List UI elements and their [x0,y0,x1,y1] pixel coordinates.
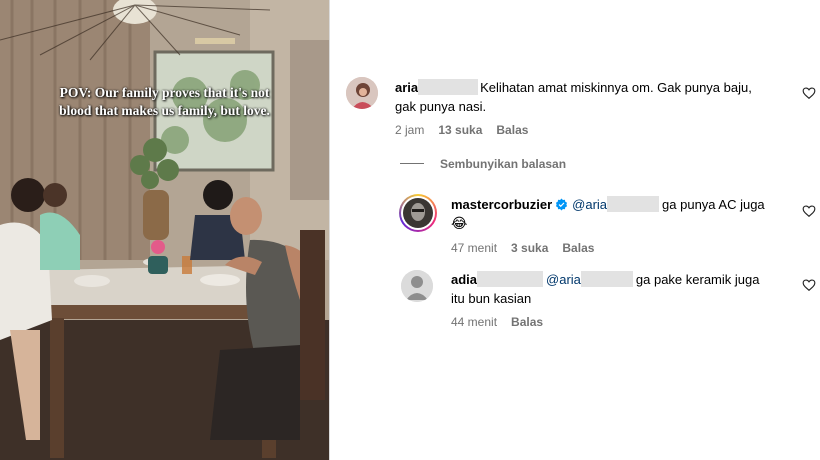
comment-text: ga punya AC juga [662,197,765,212]
photo-caption: POV: Our family proves that it's not blo… [0,84,329,120]
comment-text: Kelihatan amat miskinnya om. Gak punya b… [480,80,752,95]
mention-link[interactable]: @aria [546,272,581,287]
comment-body: adia @aria ga pake keramik juga itu bun ka… [451,270,796,308]
comment-body: aria Kelihatan amat miskinnya om. Gak pun… [395,78,790,116]
comment-meta: 47 menit 3 suka Balas [451,241,608,255]
avatar[interactable] [399,194,437,232]
comment-username[interactable]: aria [395,80,418,95]
comment-meta: 44 menit Balas [451,315,557,329]
panel-divider [329,0,330,460]
like-heart-icon[interactable] [802,278,816,292]
family-dinner-photo [0,0,329,460]
reply-button[interactable]: Balas [511,315,543,329]
laughing-emoji-icon: 😂 [451,215,468,231]
redacted-name [580,271,633,287]
mention-link[interactable]: @aria [572,197,607,212]
redacted-name [418,79,479,95]
avatar-image [346,77,378,109]
reply-button[interactable]: Balas [562,241,594,255]
comment-time[interactable]: 44 menit [451,315,497,329]
default-user-icon [401,270,433,302]
comment-body: mastercorbuzier @aria ga punya AC juga 😂 [451,195,796,233]
like-heart-icon[interactable] [802,86,816,100]
caption-line-1: POV: Our family proves that it's not [59,85,270,100]
comment-text-cont: itu bun kasian [451,291,532,306]
comment-text-cont: gak punya nasi. [395,99,487,114]
comment-text: ga pake keramik juga [635,272,760,287]
hide-replies-button[interactable]: Sembunyikan balasan [440,157,566,171]
like-heart-icon[interactable] [802,204,816,218]
caption-line-2: blood that makes us family, but love. [59,103,270,118]
comment-username[interactable]: mastercorbuzier [451,197,552,212]
verified-badge-icon [556,198,568,211]
avatar[interactable] [346,77,378,109]
comment-likes[interactable]: 3 suka [511,241,548,255]
comment-meta: 2 jam 13 suka Balas [395,123,542,137]
comment-likes[interactable]: 13 suka [438,123,482,137]
hide-replies-line [400,163,424,164]
redacted-name [607,196,660,212]
reply-button[interactable]: Balas [496,123,528,137]
avatar-image [403,198,433,228]
comment-time[interactable]: 47 menit [451,241,497,255]
redacted-name [477,271,544,287]
avatar-default[interactable] [401,270,433,302]
comment-username[interactable]: adia [451,272,477,287]
post-photo: POV: Our family proves that it's not blo… [0,0,329,460]
comment-time[interactable]: 2 jam [395,123,424,137]
